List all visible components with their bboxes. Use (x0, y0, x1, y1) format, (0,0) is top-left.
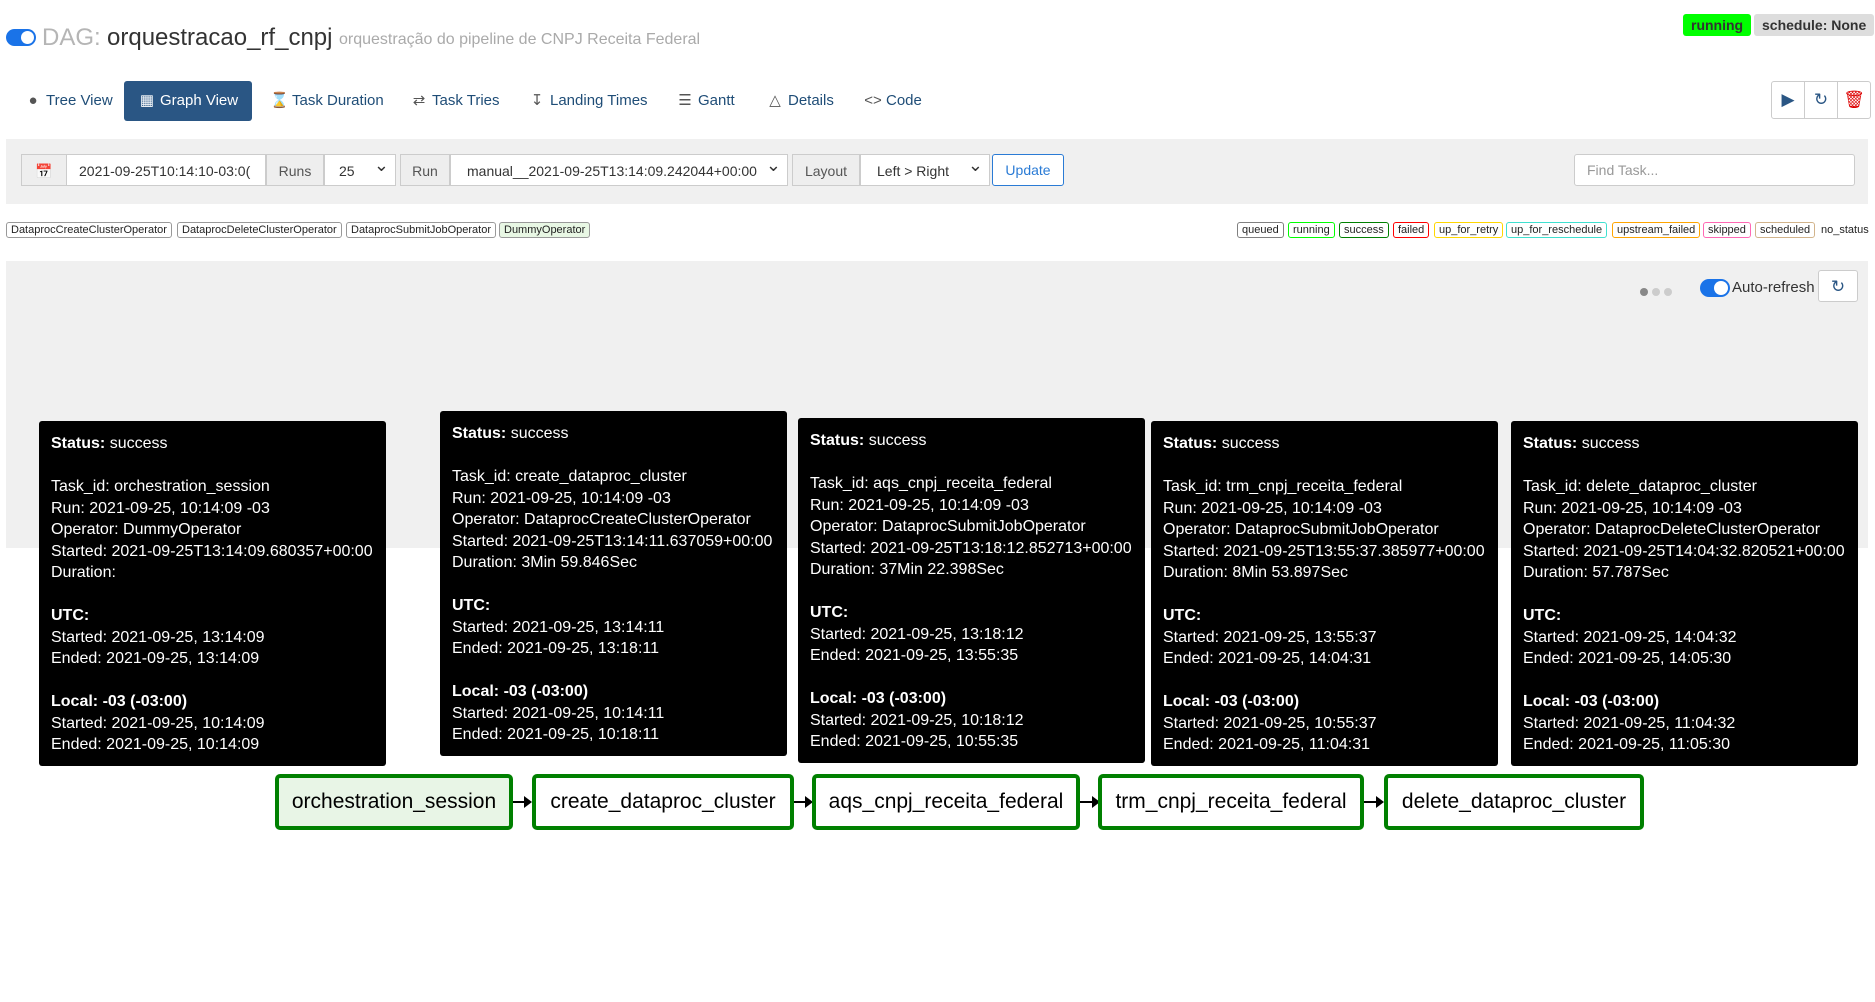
code-icon: <> (864, 92, 882, 109)
task-node-delete-dataproc-cluster[interactable]: delete_dataproc_cluster (1384, 774, 1644, 830)
tab-graph-view[interactable]: ▦ Graph View (124, 81, 253, 121)
task-node-trm-cnpj-receita-federal[interactable]: trm_cnpj_receita_federal (1098, 774, 1364, 830)
refresh-icon: ↻ (1813, 90, 1829, 109)
state-legend-queued[interactable]: queued (1237, 222, 1284, 238)
gantt-icon: ☰ (678, 92, 692, 109)
trigger-dag-button[interactable]: ▶ (1772, 82, 1805, 118)
runs-select[interactable]: 25 (324, 149, 396, 186)
state-legend-success[interactable]: success (1339, 222, 1389, 238)
task-tooltip: Status: success Task_id: delete_dataproc… (1511, 421, 1858, 766)
loading-dots (1640, 283, 1676, 301)
warning-icon: △ (769, 92, 781, 109)
operator-legend-item: DataprocDeleteClusterOperator (177, 222, 342, 238)
operator-legend-item: DummyOperator (499, 222, 591, 238)
task-tooltip: Status: success Task_id: trm_cnpj_receit… (1151, 421, 1498, 766)
state-legend-scheduled[interactable]: scheduled (1755, 222, 1816, 238)
tab-landing-times[interactable]: ↧ Landing Times (514, 81, 662, 121)
dag-prefix: DAG: (42, 24, 101, 51)
state-legend-no-status[interactable]: no_status (1816, 222, 1874, 238)
layout-select[interactable]: Left > Right (860, 149, 990, 186)
task-tooltip: Status: success Task_id: orchestration_s… (39, 421, 386, 766)
dag-edge (1364, 796, 1384, 808)
layout-label: Layout (792, 154, 860, 186)
trash-icon: 🗑 (1843, 90, 1865, 109)
auto-refresh-label: Auto-refresh (1732, 279, 1815, 296)
state-legend-up-for-reschedule[interactable]: up_for_reschedule (1506, 222, 1608, 238)
tab-gantt[interactable]: ☰ Gantt (662, 81, 749, 121)
tree-icon: ● (28, 92, 38, 109)
refresh-dag-button[interactable]: ↻ (1805, 82, 1838, 118)
run-label: Run (400, 154, 450, 186)
tab-details[interactable]: △ Details (752, 81, 848, 121)
auto-refresh-toggle[interactable] (1700, 279, 1730, 297)
task-tooltip: Status: success Task_id: create_dataproc… (440, 411, 787, 756)
delete-dag-button[interactable]: 🗑 (1838, 82, 1870, 118)
play-icon: ▶ (1781, 90, 1795, 109)
task-tooltip: Status: success Task_id: aqs_cnpj_receit… (798, 418, 1145, 763)
dag-description: orquestração do pipeline de CNPJ Receita… (339, 31, 701, 48)
landing-icon: ↧ (530, 92, 544, 109)
tab-code[interactable]: <> Code (850, 81, 936, 121)
update-button[interactable]: Update (992, 154, 1064, 186)
retry-icon: ⇄ (412, 92, 426, 109)
tab-task-tries[interactable]: ⇄ Task Tries (396, 81, 514, 121)
hourglass-icon: ⌛ (270, 92, 289, 109)
base-date-input[interactable]: 2021-09-25T10:14:10-03:0( (66, 154, 266, 186)
dag-actions: ▶ ↻ 🗑 (1771, 81, 1871, 119)
refresh-graph-button[interactable]: ↻ (1818, 270, 1858, 302)
calendar-button[interactable]: 📅 (21, 154, 67, 186)
dag-edge (513, 796, 532, 808)
status-badge: running (1683, 14, 1752, 36)
dag-edge (794, 796, 813, 808)
state-legend-upstream-failed[interactable]: upstream_failed (1612, 222, 1701, 238)
dag-title: orquestracao_rf_cnpj (107, 24, 333, 51)
state-legend-running[interactable]: running (1288, 222, 1335, 238)
task-node-create-dataproc-cluster[interactable]: create_dataproc_cluster (532, 774, 794, 830)
state-legend-up-for-retry[interactable]: up_for_retry (1434, 222, 1504, 238)
operator-legend-item: DataprocCreateClusterOperator (6, 222, 172, 238)
tab-task-duration[interactable]: ⌛ Task Duration (256, 81, 398, 121)
task-node-orchestration-session[interactable]: orchestration_session (275, 774, 513, 830)
state-legend-failed[interactable]: failed (1393, 222, 1430, 238)
operator-legend-item: DataprocSubmitJobOperator (346, 222, 497, 238)
state-legend-skipped[interactable]: skipped (1703, 222, 1751, 238)
runs-label: Runs (266, 154, 324, 186)
task-node-aqs-cnpj-receita-federal[interactable]: aqs_cnpj_receita_federal (812, 774, 1080, 830)
dag-pause-toggle[interactable] (6, 29, 36, 46)
calendar-icon: 📅 (35, 163, 53, 179)
run-select[interactable]: manual__2021-09-25T13:14:09.242044+00:00 (450, 154, 788, 186)
schedule-badge: schedule: None (1754, 14, 1875, 36)
find-task-input[interactable]: Find Task... (1574, 154, 1855, 186)
graph-icon: ▦ (139, 92, 155, 109)
dag-edge (1080, 796, 1100, 808)
refresh-icon: ↻ (1830, 277, 1846, 296)
tab-tree-view[interactable]: ● Tree View (10, 81, 127, 121)
